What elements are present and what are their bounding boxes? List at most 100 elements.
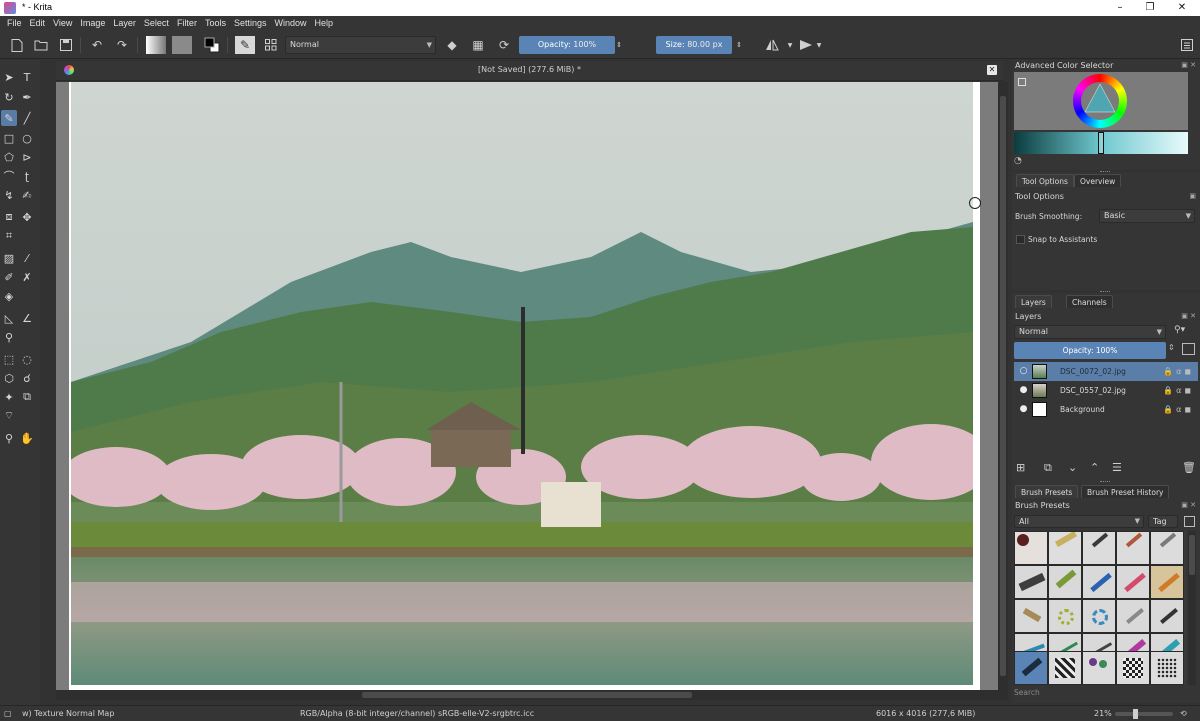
canvas-rotation-icon[interactable]: ⟲ [1180, 709, 1187, 718]
canvas-vertical-scrollbar[interactable] [998, 82, 1008, 690]
freehand-brush-tool-icon[interactable]: ✎ [1, 110, 17, 126]
snap-to-assistants-checkbox[interactable] [1016, 235, 1025, 244]
brush-preset-item[interactable] [1150, 599, 1184, 633]
tab-tool-options[interactable]: Tool Options [1016, 174, 1074, 187]
brush-preset-item[interactable] [1082, 651, 1116, 685]
workspace-grid-icon[interactable] [262, 36, 280, 54]
reference-images-tool-icon[interactable]: ⚲ [1, 329, 17, 345]
foreground-background-color-icon[interactable] [203, 36, 221, 54]
zoom-tool-icon[interactable]: ⚲ [1, 430, 17, 446]
size-spin-icon[interactable]: ⇕ [734, 36, 744, 54]
calligraphy-tool-icon[interactable]: ✒ [19, 89, 35, 105]
measure-tool-icon[interactable]: ∠ [19, 310, 35, 326]
close-window-button[interactable]: ✕ [1166, 0, 1198, 16]
menu-settings[interactable]: Settings [230, 16, 271, 31]
brush-preset-item[interactable] [1150, 531, 1184, 565]
move-layer-up-icon[interactable]: ⌃ [1090, 461, 1099, 474]
close-document-icon[interactable]: ✕ [987, 65, 997, 75]
brush-preset-icon[interactable]: ✎ [235, 36, 255, 54]
docker-float-close-icons[interactable]: ▣ ✕ [1181, 312, 1196, 320]
polygon-tool-icon[interactable]: ⬠ [1, 149, 17, 165]
brush-preset-item[interactable] [1116, 565, 1150, 599]
menu-window[interactable]: Window [270, 16, 310, 31]
brush-preset-item[interactable] [1116, 531, 1150, 565]
saturation-value-triangle[interactable] [1083, 82, 1117, 116]
multibrush-tool-icon[interactable]: ✍ [19, 187, 35, 203]
tab-channels[interactable]: Channels [1066, 295, 1113, 308]
brush-preset-item-selected[interactable] [1014, 651, 1048, 685]
select-shapes-tool-icon[interactable]: ➤ [1, 69, 17, 85]
canvas-image[interactable] [71, 82, 973, 685]
opacity-slider[interactable]: Opacity: 100% [519, 36, 615, 54]
canvas-horizontal-scrollbar[interactable] [56, 690, 1008, 700]
menu-file[interactable]: File [3, 16, 26, 31]
menu-help[interactable]: Help [311, 16, 338, 31]
menu-filter[interactable]: Filter [173, 16, 201, 31]
dynamic-brush-tool-icon[interactable]: ↯ [1, 187, 17, 203]
menu-select[interactable]: Select [140, 16, 173, 31]
opacity-spin-icon[interactable]: ⇕ [1168, 343, 1175, 352]
brush-preset-item[interactable] [1082, 599, 1116, 633]
tab-brush-preset-history[interactable]: Brush Preset History [1081, 485, 1170, 498]
docker-float-icon[interactable]: ▣ [1189, 192, 1196, 200]
mirror-vertical-icon[interactable] [797, 36, 815, 54]
open-document-icon[interactable] [32, 36, 50, 54]
delete-layer-icon[interactable]: 🗑 [1182, 461, 1196, 474]
redo-icon[interactable]: ↷ [113, 36, 131, 54]
layer-row[interactable]: ● Background 🔒α◼ [1014, 400, 1198, 419]
brush-preset-item[interactable] [1048, 531, 1082, 565]
add-layer-icon[interactable]: ⊞ [1016, 461, 1025, 474]
contiguous-selection-tool-icon[interactable]: ✦ [1, 389, 17, 405]
menu-view[interactable]: View [49, 16, 76, 31]
layer-row[interactable]: ○ DSC_0072_02.jpg 🔒α◼ [1014, 362, 1198, 381]
polyline-tool-icon[interactable]: ⊳ [19, 149, 35, 165]
line-tool-icon[interactable]: ╱ [19, 110, 35, 126]
docker-float-close-icons[interactable]: ▣ ✕ [1181, 61, 1196, 69]
gradient-tool-icon[interactable]: ▨ [1, 250, 17, 266]
elliptical-selection-tool-icon[interactable]: ◌ [19, 351, 35, 367]
brush-preset-item[interactable] [1082, 565, 1116, 599]
visibility-off-icon[interactable]: ○ [1018, 366, 1029, 377]
brush-preset-item[interactable] [1116, 599, 1150, 633]
rectangle-tool-icon[interactable]: □ [1, 130, 17, 146]
ellipse-tool-icon[interactable]: ○ [19, 130, 35, 146]
rectangular-selection-tool-icon[interactable]: ⬚ [1, 351, 17, 367]
smart-patch-tool-icon[interactable]: ✗ [19, 269, 35, 285]
pattern-selector-icon[interactable] [172, 36, 192, 54]
preset-grid-scrollbar[interactable] [1188, 531, 1196, 685]
visibility-eye-icon[interactable]: ● [1018, 385, 1029, 396]
zoom-slider[interactable] [1115, 709, 1173, 719]
preset-search-field[interactable]: Search [1014, 688, 1040, 697]
color-selector-settings-icon[interactable] [1018, 78, 1026, 86]
brush-preset-item[interactable] [1048, 599, 1082, 633]
eraser-mode-icon[interactable]: ◆ [443, 36, 461, 54]
brush-preset-item[interactable] [1048, 651, 1082, 685]
tag-button[interactable]: Tag [1148, 515, 1178, 528]
panel-menu-icon[interactable] [1178, 36, 1196, 54]
gradient-selector-icon[interactable] [146, 36, 166, 54]
move-layer-down-icon[interactable]: ⌄ [1068, 461, 1077, 474]
brush-preset-item[interactable] [1048, 565, 1082, 599]
text-tool-icon[interactable]: T [19, 69, 35, 85]
undo-icon[interactable]: ↶ [88, 36, 106, 54]
menu-image[interactable]: Image [76, 16, 109, 31]
visibility-eye-icon[interactable]: ● [1018, 404, 1029, 415]
menu-layer[interactable]: Layer [109, 16, 140, 31]
color-history-icon[interactable]: ◔ [1014, 156, 1022, 166]
freehand-selection-tool-icon[interactable]: ☌ [19, 370, 35, 386]
brush-preset-item[interactable] [1150, 565, 1184, 599]
tab-brush-presets[interactable]: Brush Presets [1015, 485, 1079, 498]
bezier-curve-tool-icon[interactable]: ⌒ [1, 168, 17, 184]
preserve-alpha-icon[interactable]: ▦ [469, 36, 487, 54]
preset-view-mode-icon[interactable] [1184, 516, 1195, 527]
save-icon[interactable] [57, 36, 75, 54]
color-picker-tool-icon[interactable]: ⁄ [19, 250, 35, 266]
brush-preset-item[interactable] [1014, 599, 1048, 633]
move-tool-icon[interactable]: ✥ [19, 209, 35, 225]
opacity-spin-icon[interactable]: ⇕ [614, 36, 624, 54]
pan-tool-icon[interactable]: ✋ [19, 430, 35, 446]
layer-lock-alpha-icons[interactable]: 🔒α◼ [1163, 362, 1194, 381]
brush-preset-item[interactable] [1082, 531, 1116, 565]
brush-preset-item[interactable] [1150, 651, 1184, 685]
layer-row[interactable]: ● DSC_0557_02.jpg 🔒α◼ [1014, 381, 1198, 400]
